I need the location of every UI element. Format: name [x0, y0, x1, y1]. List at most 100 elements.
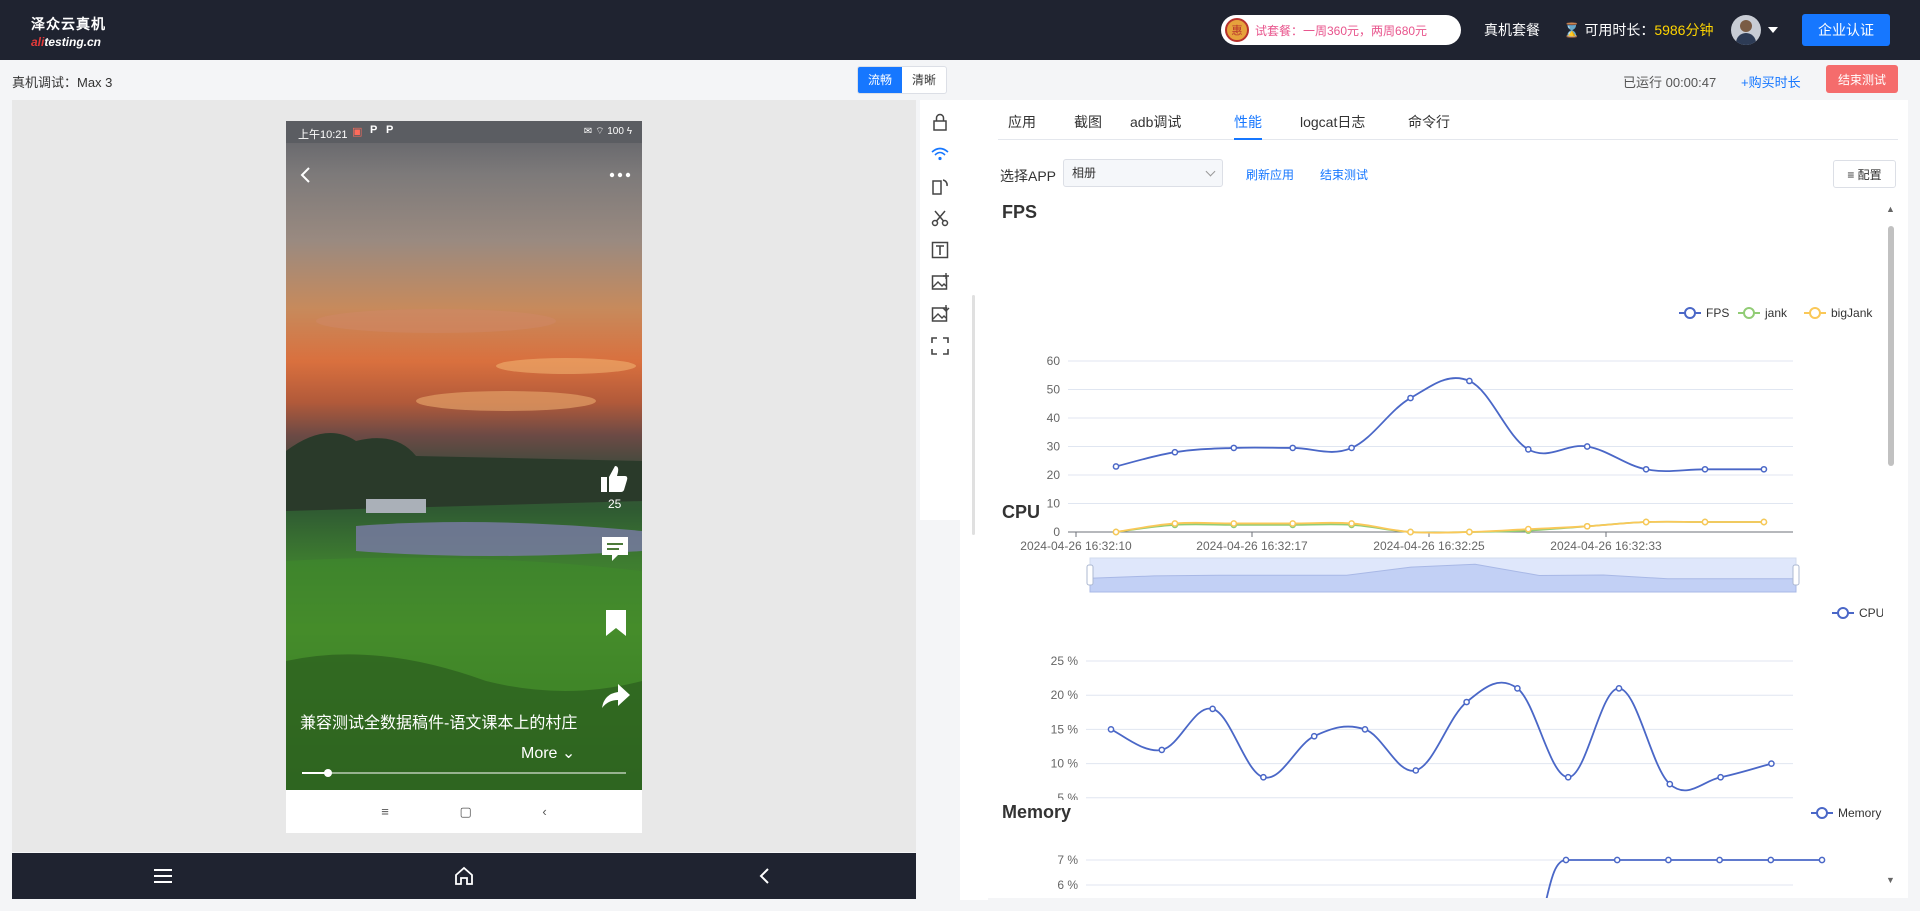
- memory-chart[interactable]: Memory 7 % 6 %: [988, 800, 1883, 898]
- phone-screen[interactable]: 上午10:21 ▣ P P ✉ ⌔ 100 ϟ 25 兼容测试全数据稿件-语文课…: [286, 121, 642, 833]
- tab-performance[interactable]: 性能: [1234, 112, 1262, 132]
- home-icon[interactable]: [453, 865, 475, 887]
- more-button[interactable]: More ⌄: [521, 743, 575, 763]
- rotate-icon[interactable]: [930, 176, 950, 196]
- app-select[interactable]: 相册: [1063, 159, 1223, 187]
- status-bar: 上午10:21 ▣ P P ✉ ⌔ 100 ϟ: [286, 121, 642, 143]
- data-point-cpu: [1717, 773, 1724, 781]
- logo[interactable]: 泽众云真机 alitesting.cn: [31, 14, 106, 49]
- tab-logcat[interactable]: logcat日志: [1300, 112, 1365, 132]
- data-point-cpu: [1615, 685, 1623, 692]
- menu-icon[interactable]: [152, 867, 174, 885]
- runtime-text: 已运行 00:00:47: [1623, 75, 1717, 90]
- data-point-cpu: [1260, 773, 1267, 781]
- quality-smooth-button[interactable]: 流畅: [858, 67, 903, 93]
- tab-adb[interactable]: adb调试: [1130, 112, 1181, 132]
- back-icon[interactable]: [754, 865, 776, 887]
- more-options-icon[interactable]: [608, 171, 632, 179]
- progress-knob[interactable]: [323, 769, 332, 777]
- promo-banner[interactable]: 惠 试套餐：一周360元，两周680元: [1221, 15, 1461, 45]
- back-arrow-icon[interactable]: [296, 165, 316, 185]
- select-app-label: 选择APP: [1000, 168, 1057, 184]
- data-point-cpu: [1666, 780, 1674, 788]
- bookmark-icon[interactable]: [604, 608, 628, 638]
- end-test-link[interactable]: 结束测试: [1320, 166, 1368, 183]
- y-tick-label: 20 %: [1051, 688, 1079, 702]
- enterprise-auth-button[interactable]: 企业认证: [1802, 14, 1890, 46]
- legend-marker: [1743, 307, 1755, 319]
- data-point-memory: [1716, 856, 1723, 864]
- end-test-button[interactable]: 结束测试: [1826, 65, 1898, 93]
- video-frame[interactable]: 上午10:21 ▣ P P ✉ ⌔ 100 ϟ 25 兼容测试全数据稿件-语文课…: [286, 121, 642, 790]
- phone-home-icon[interactable]: ▢: [459, 804, 471, 820]
- cpu-chart[interactable]: CPU0 %5 %10 %15 %20 %25 %2024-04-26 16:3…: [988, 500, 1883, 800]
- series-line-memory: [1545, 859, 1822, 898]
- available-label: 可用时长：: [1584, 22, 1655, 38]
- data-point-fps: [1642, 465, 1650, 473]
- legend-marker: [1816, 807, 1828, 819]
- wifi-icon[interactable]: [930, 144, 950, 164]
- legend-marker: [1684, 307, 1696, 319]
- scroll-up-icon[interactable]: ▲: [1886, 204, 1895, 214]
- data-point-memory: [1767, 856, 1775, 864]
- data-point-cpu: [1158, 746, 1166, 754]
- y-tick-label: 5 %: [1057, 791, 1078, 800]
- data-point-cpu: [1564, 773, 1572, 781]
- tab-apps[interactable]: 应用: [1008, 112, 1036, 132]
- device-toolbar: [920, 100, 960, 520]
- thumbs-up-icon[interactable]: [598, 463, 630, 495]
- quality-clear-button[interactable]: 清晰: [902, 67, 946, 93]
- chevron-down-icon: ⌄: [561, 745, 576, 762]
- share-icon[interactable]: [600, 682, 632, 710]
- data-point-fps: [1230, 444, 1238, 452]
- refresh-apps-link[interactable]: 刷新应用: [1246, 166, 1294, 183]
- phone-back-icon[interactable]: ‹: [542, 804, 546, 819]
- config-button[interactable]: ≡ 配置: [1833, 160, 1896, 188]
- data-point-cpu: [1209, 705, 1216, 713]
- text-input-icon[interactable]: [930, 240, 950, 260]
- y-tick-label: 15 %: [1051, 722, 1079, 736]
- chevron-down-icon[interactable]: [1768, 27, 1778, 33]
- available-time: ⌛ 可用时长：5986分钟: [1563, 20, 1713, 40]
- scrollbar-thumb[interactable]: [1888, 226, 1894, 466]
- data-point-cpu: [1768, 760, 1775, 767]
- scissors-icon[interactable]: [930, 208, 950, 228]
- scroll-down-icon[interactable]: ▼: [1886, 875, 1895, 885]
- landscape-scene: [286, 309, 642, 790]
- resize-handle[interactable]: [972, 295, 975, 535]
- legend-label-bigjank: bigJank: [1831, 306, 1873, 320]
- y-tick-label: 25 %: [1051, 654, 1079, 668]
- data-point-memory: [1818, 856, 1826, 864]
- avatar[interactable]: [1731, 15, 1761, 45]
- fullscreen-icon[interactable]: [930, 336, 950, 356]
- y-tick-label: 20: [1047, 468, 1061, 482]
- video-progress-bar[interactable]: [302, 769, 626, 777]
- package-link[interactable]: 真机套餐: [1484, 20, 1540, 40]
- tab-bar: 应用 截图 adb调试 性能 logcat日志 命令行: [998, 100, 1898, 140]
- status-time: 上午10:21: [298, 129, 348, 141]
- data-point-memory: [1562, 856, 1570, 864]
- tab-screenshot[interactable]: 截图: [1074, 112, 1102, 132]
- image-install-icon[interactable]: [930, 304, 950, 324]
- device-label: 真机调试：Max 3: [12, 75, 113, 90]
- lock-icon[interactable]: [930, 112, 950, 132]
- phone-menu-icon[interactable]: ≡: [381, 804, 389, 819]
- legend-marker: [1809, 307, 1821, 319]
- data-point-cpu: [1514, 685, 1521, 692]
- data-point-fps: [1524, 446, 1532, 453]
- hourglass-icon: ⌛: [1563, 22, 1581, 38]
- quality-toggle: 流畅 清晰: [857, 66, 948, 94]
- legend-label-jank: jank: [1764, 306, 1788, 320]
- buy-time-link[interactable]: +购买时长: [1741, 72, 1801, 91]
- image-upload-icon[interactable]: [930, 272, 950, 292]
- tab-command-line[interactable]: 命令行: [1408, 112, 1450, 132]
- legend-label-memory: Memory: [1838, 806, 1881, 820]
- y-tick-label: 6 %: [1057, 878, 1078, 892]
- comment-icon[interactable]: [600, 534, 630, 564]
- y-tick-label: 30: [1047, 440, 1061, 454]
- y-tick-label: 50: [1047, 383, 1061, 397]
- video-title: 兼容测试全数据稿件-语文课本上的村庄: [300, 715, 578, 732]
- data-point-fps: [1112, 463, 1120, 470]
- y-tick-label: 7 %: [1057, 853, 1078, 867]
- y-tick-label: 10 %: [1051, 757, 1079, 771]
